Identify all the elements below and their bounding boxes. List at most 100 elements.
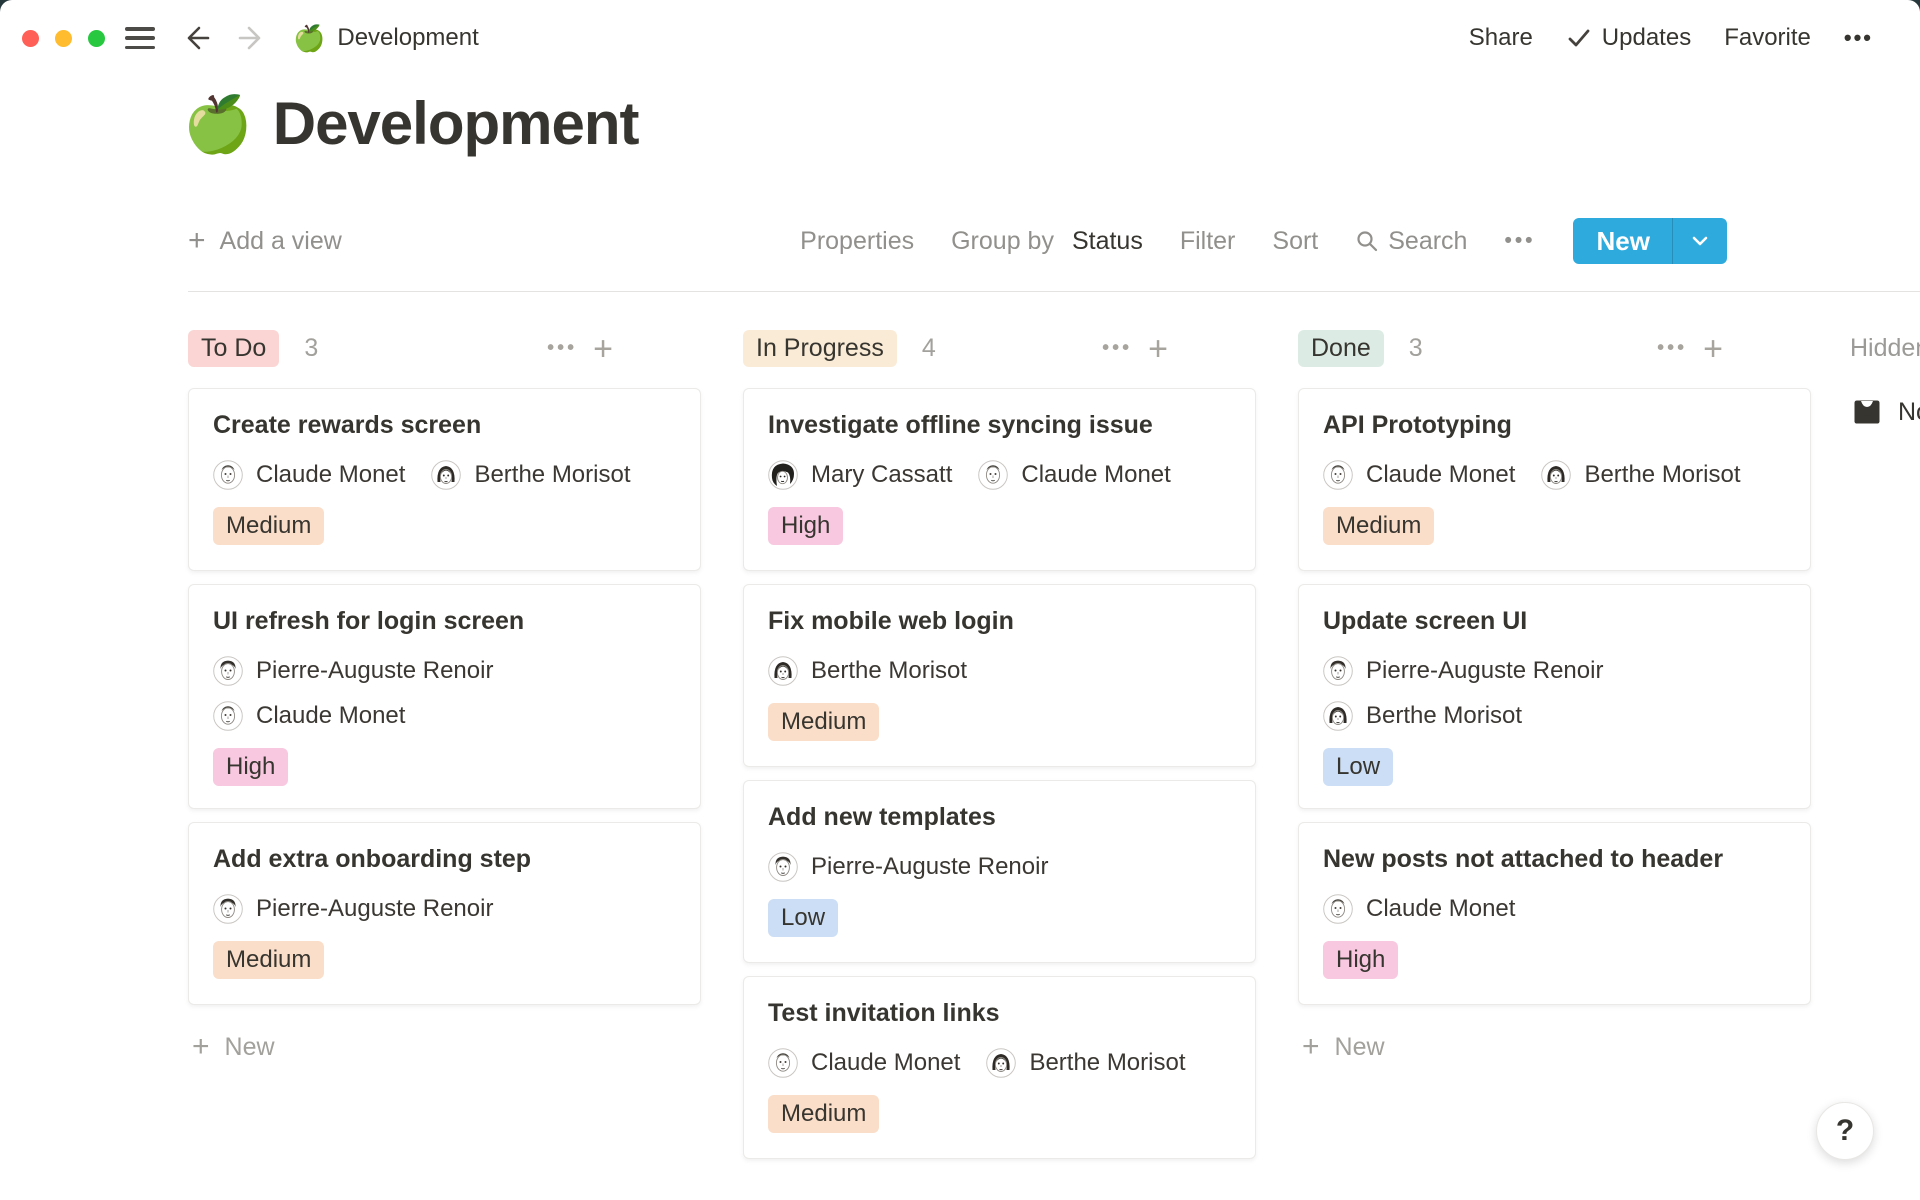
avatar-renoir	[213, 894, 243, 924]
column-header: In Progress4•••+	[743, 330, 1256, 367]
group-by-button[interactable]: Group byStatus	[951, 227, 1143, 256]
assignee-chip: Pierre-Auguste Renoir	[1323, 654, 1603, 688]
add-view-button[interactable]: + Add a view	[188, 212, 342, 270]
board-card[interactable]: UI refresh for login screen Pierre-August…	[188, 584, 701, 809]
card-assignees: Mary CassattClaude Monet	[768, 458, 1231, 492]
assignee-chip: Pierre-Auguste Renoir	[768, 850, 1048, 884]
column-count: 3	[304, 334, 318, 363]
zoom-button[interactable]	[88, 30, 105, 47]
assignee-name: Claude Monet	[811, 1049, 960, 1077]
column-more-icon[interactable]: •••	[547, 337, 577, 360]
board-card[interactable]: Create rewards screenClaude MonetBerthe …	[188, 388, 701, 571]
card-assignees: Pierre-Auguste RenoirBerthe Morisot	[1323, 654, 1786, 733]
back-arrow-icon[interactable]	[181, 23, 211, 53]
priority-tag: Medium	[768, 703, 879, 741]
hidden-columns-label[interactable]: Hidden columns	[1850, 330, 1920, 367]
column-header: To Do 3 ••• +	[188, 330, 701, 367]
properties-button[interactable]: Properties	[800, 227, 914, 256]
board-card[interactable]: API PrototypingClaude MonetBerthe Moriso…	[1298, 388, 1811, 571]
filter-button[interactable]: Filter	[1180, 227, 1236, 256]
new-button-label[interactable]: New	[1573, 218, 1672, 264]
hidden-group-no-status[interactable]: No Status	[1850, 395, 1920, 429]
board-card[interactable]: Add extra onboarding stepPierre-Auguste …	[188, 822, 701, 1005]
column-status-pill[interactable]: To Do	[188, 330, 279, 367]
plus-icon: +	[192, 1032, 210, 1062]
board-card[interactable]: Investigate offline syncing issueMary Ca…	[743, 388, 1256, 571]
sidebar-toggle-icon[interactable]	[125, 27, 155, 49]
board-column: Done 3 ••• + API PrototypingClaude MonetBert…	[1298, 330, 1811, 1062]
share-button[interactable]: Share	[1469, 24, 1533, 52]
updates-button[interactable]: Updates	[1566, 24, 1691, 52]
breadcrumb[interactable]: 🍏 Development	[293, 23, 479, 54]
assignee-name: Pierre-Auguste Renoir	[1366, 657, 1603, 685]
page-title: 🍏 Development	[183, 88, 639, 160]
card-title: Add new templates	[768, 801, 1231, 834]
avatar-monet	[1323, 460, 1353, 490]
new-record-button[interactable]: New	[1573, 218, 1727, 264]
minimize-button[interactable]	[55, 30, 72, 47]
assignee-chip: Berthe Morisot	[1541, 458, 1740, 492]
card-title: UI refresh for login screen	[213, 605, 676, 638]
assignee-name: Berthe Morisot	[1029, 1049, 1185, 1077]
assignee-chip: Berthe Morisot	[431, 458, 630, 492]
card-title: Update screen UI	[1323, 605, 1786, 638]
board-card[interactable]: Update screen UI Pierre-Auguste RenoirBer…	[1298, 584, 1811, 809]
assignee-chip: Berthe Morisot	[986, 1046, 1185, 1080]
traffic-lights	[22, 30, 105, 47]
check-icon	[1566, 25, 1592, 51]
card-assignees: Claude Monet	[1323, 892, 1786, 926]
board-card[interactable]: Fix mobile web loginBerthe MorisotMedium	[743, 584, 1256, 767]
column-count: 3	[1409, 334, 1423, 363]
page-icon[interactable]: 🍏	[183, 88, 253, 160]
window-titlebar: 🍏 Development Share Updates Favorite •••	[0, 0, 1920, 76]
column-header: Done 3 ••• +	[1298, 330, 1811, 367]
close-button[interactable]	[22, 30, 39, 47]
column-new-button[interactable]: +New	[188, 1032, 701, 1062]
assignee-name: Pierre-Auguste Renoir	[811, 853, 1048, 881]
column-status-pill[interactable]: Done	[1298, 330, 1384, 367]
column-cards: Create rewards screenClaude MonetBerthe …	[188, 388, 701, 1005]
assignee-name: Berthe Morisot	[1584, 461, 1740, 489]
column-header-actions: ••• +	[1102, 330, 1168, 367]
board-column: In Progress4•••+Investigate offline sync…	[743, 330, 1256, 1159]
board-card[interactable]: Test invitation linksClaude MonetBerthe …	[743, 976, 1256, 1159]
priority-tag: Medium	[213, 507, 324, 545]
priority-tag: Medium	[1323, 507, 1434, 545]
priority-tag: Medium	[768, 1095, 879, 1133]
breadcrumb-label: Development	[337, 24, 478, 52]
assignee-name: Pierre-Auguste Renoir	[256, 657, 493, 685]
sort-button[interactable]: Sort	[1272, 227, 1318, 256]
chevron-down-icon	[1689, 230, 1711, 252]
card-title: Fix mobile web login	[768, 605, 1231, 638]
assignee-name: Claude Monet	[256, 702, 405, 730]
column-add-icon[interactable]: +	[1148, 332, 1168, 366]
help-button[interactable]: ?	[1816, 1102, 1874, 1160]
assignee-chip: Claude Monet	[213, 699, 405, 733]
column-more-icon[interactable]: •••	[1657, 337, 1687, 360]
board-card[interactable]: New posts not attached to header Claude M…	[1298, 822, 1811, 1005]
board: To Do 3 ••• + Create rewards screenClaude Mo…	[188, 330, 1811, 1159]
column-add-icon[interactable]: +	[1703, 332, 1723, 366]
view-more-icon[interactable]: •••	[1504, 229, 1535, 253]
page-emoji-icon: 🍏	[293, 23, 325, 54]
inbox-icon	[1850, 395, 1884, 429]
board-column: To Do 3 ••• + Create rewards screenClaude Mo…	[188, 330, 701, 1062]
column-status-pill[interactable]: In Progress	[743, 330, 897, 367]
new-dropdown-button[interactable]	[1672, 218, 1727, 264]
card-title: New posts not attached to header	[1323, 843, 1786, 876]
column-new-button[interactable]: +New	[1298, 1032, 1811, 1062]
avatar-monet	[213, 460, 243, 490]
board-card[interactable]: Add new templatesPierre-Auguste RenoirLo…	[743, 780, 1256, 963]
column-more-icon[interactable]: •••	[1102, 337, 1132, 360]
plus-icon: +	[1302, 1032, 1320, 1062]
column-add-icon[interactable]: +	[593, 332, 613, 366]
search-button[interactable]: Search	[1355, 227, 1467, 256]
priority-tag: Low	[1323, 748, 1393, 786]
favorite-button[interactable]: Favorite	[1724, 24, 1811, 52]
forward-arrow-icon[interactable]	[237, 23, 267, 53]
more-options-icon[interactable]: •••	[1844, 25, 1873, 51]
assignee-chip: Pierre-Auguste Renoir	[213, 654, 493, 688]
avatar-monet	[213, 701, 243, 731]
card-assignees: Pierre-Auguste Renoir	[213, 892, 676, 926]
avatar-renoir	[768, 852, 798, 882]
